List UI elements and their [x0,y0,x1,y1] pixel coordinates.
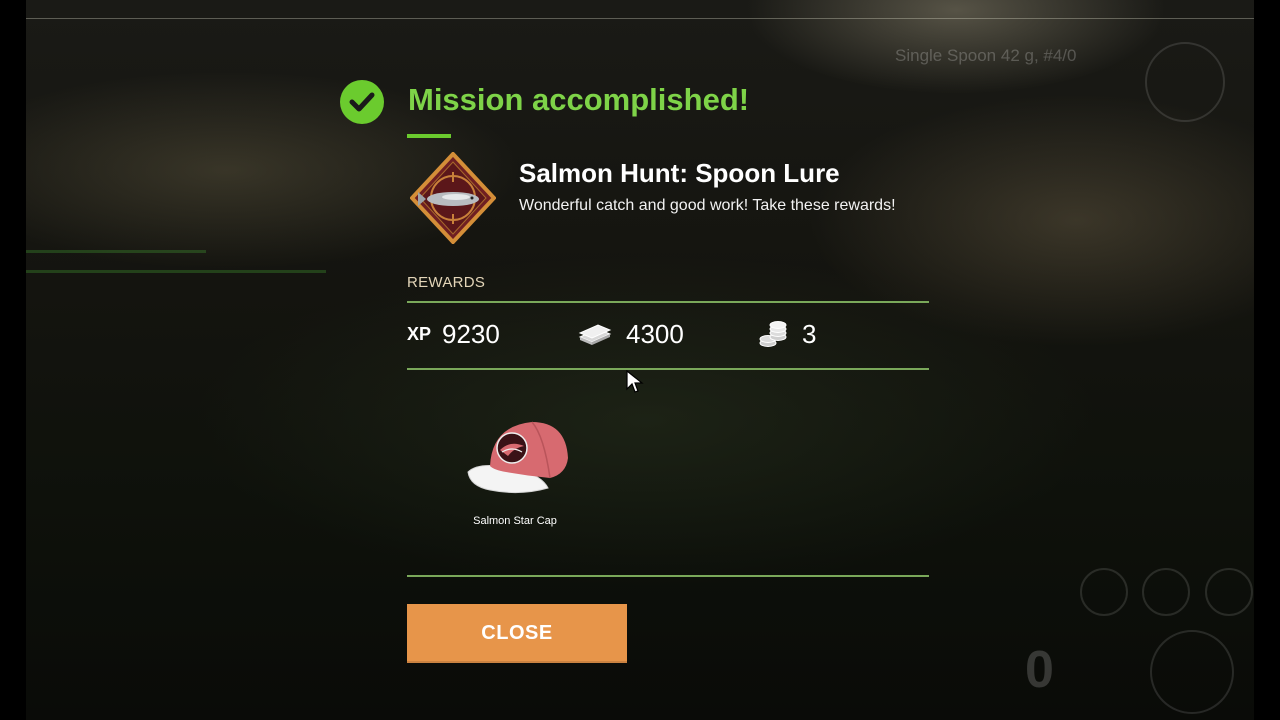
reward-xp: XP 9230 [407,319,500,350]
letterbox-left [0,0,26,720]
mission-description: Wonderful catch and good work! Take thes… [519,197,896,214]
hud-score: 0 [1025,641,1054,699]
title-underline [407,134,451,138]
reward-coins: 3 [758,319,816,350]
hud-compass-icon [1145,42,1225,122]
dialog-title: Mission accomplished! [408,82,750,117]
hud-gauge-icon [1205,568,1253,616]
letterbox-right [1254,0,1280,720]
item-name: Salmon Star Cap [473,515,557,527]
hud-line-bar [26,270,326,273]
hud-gauge-icon [1142,568,1190,616]
divider [407,575,929,577]
xp-icon: XP [407,324,432,344]
money-value: 4300 [626,319,684,349]
coins-value: 3 [802,319,817,349]
mission-name: Salmon Hunt: Spoon Lure [519,158,840,188]
coins-icon [759,320,787,347]
money-icon [578,323,612,345]
divider [407,301,929,303]
rewards-label: REWARDS [407,274,486,291]
divider [407,368,929,370]
hud-line-bar [26,250,206,253]
salmon-badge-icon [409,151,497,245]
xp-value: 9230 [442,319,500,349]
check-icon [340,80,384,124]
hud-lure-text: Single Spoon 42 g, #4/0 [895,46,1077,65]
close-button[interactable]: CLOSE [407,604,627,663]
hud-gauge-icon [1080,568,1128,616]
cursor-icon [626,369,644,399]
reward-money: 4300 [578,319,684,350]
top-divider [26,18,1254,19]
hud-action-icon [1150,630,1234,714]
